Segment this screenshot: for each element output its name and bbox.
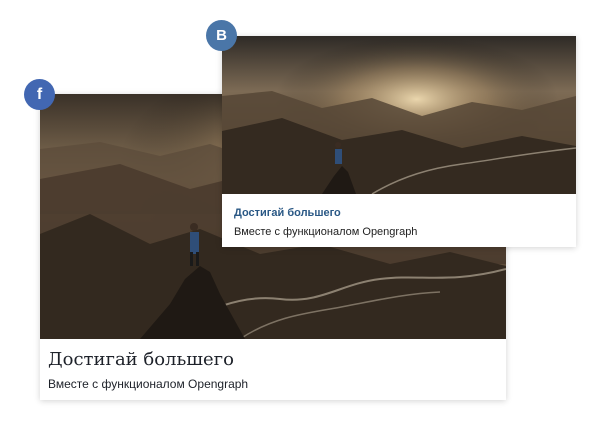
mountain-landscape-image xyxy=(222,36,576,194)
vk-preview-title[interactable]: Достигай большего xyxy=(234,207,341,219)
facebook-icon: f xyxy=(24,79,55,110)
vk-icon: В xyxy=(206,20,237,51)
facebook-preview-description: Вместе с функционалом Opengraph xyxy=(48,377,249,391)
facebook-preview-title[interactable]: Достигай большего xyxy=(48,349,234,370)
vk-preview-image xyxy=(222,36,576,194)
vk-preview-description: Вместе с функционалом Opengraph xyxy=(234,226,418,238)
vk-preview-card[interactable]: Достигай большего Вместе с функционалом … xyxy=(222,36,576,247)
opengraph-previews: Достигай большего Вместе с функционалом … xyxy=(0,0,600,430)
